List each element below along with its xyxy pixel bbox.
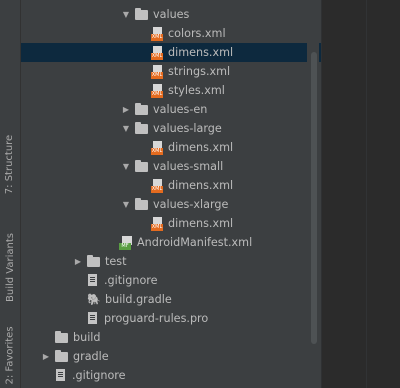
tree-folder-row[interactable]: ▶ test bbox=[21, 252, 321, 271]
folder-icon bbox=[135, 159, 148, 172]
editor-gutter-divider bbox=[366, 0, 367, 388]
favorites-tool-tab[interactable]: 2: Favorites bbox=[3, 325, 17, 385]
tree-folder-row[interactable]: ▶ values-en bbox=[21, 100, 321, 119]
tree-file-row[interactable]: ▶MFAndroidManifest.xml bbox=[21, 233, 321, 252]
tree-folder-row[interactable]: ▼ values bbox=[21, 5, 321, 24]
tree-item-label: .gitignore bbox=[104, 274, 158, 287]
tree-item-label: dimens.xml bbox=[168, 217, 234, 230]
tree-folder-row[interactable]: ▼ values-large bbox=[21, 119, 321, 138]
collapse-arrow-icon[interactable]: ▼ bbox=[121, 10, 131, 19]
tree-file-row[interactable]: ▶XMLdimens.xml bbox=[21, 214, 321, 233]
gradle-file-icon: 🐘 bbox=[87, 292, 101, 306]
tree-file-row[interactable]: ▶XMLstrings.xml bbox=[21, 62, 321, 81]
tree-file-row[interactable]: ▶XMLdimens.xml bbox=[21, 43, 321, 62]
favorites-tab-label: 2: Favorites bbox=[4, 325, 16, 385]
tree-item-label: AndroidManifest.xml bbox=[137, 236, 253, 249]
xml-file-icon: XML bbox=[151, 140, 164, 155]
structure-tool-tab[interactable]: 7: Structure bbox=[3, 128, 17, 200]
folder-icon bbox=[135, 102, 148, 115]
tree-folder-row[interactable]: ▶ gradle bbox=[21, 347, 321, 366]
xml-file-icon: XML bbox=[151, 64, 164, 79]
tree-file-row[interactable]: ▶XMLcolors.xml bbox=[21, 24, 321, 43]
tree-item-label: dimens.xml bbox=[168, 46, 234, 59]
tree-folder-row[interactable]: ▶build bbox=[21, 328, 321, 347]
folder-icon bbox=[55, 349, 68, 362]
tree-scrollbar-thumb[interactable] bbox=[311, 52, 317, 344]
tree-file-row[interactable]: ▶.gitignore bbox=[21, 271, 321, 290]
manifest-file-icon: MF bbox=[119, 235, 133, 250]
tree-item-label: values-small bbox=[153, 160, 224, 173]
tree-item-label: dimens.xml bbox=[168, 141, 234, 154]
folder-icon bbox=[135, 197, 148, 210]
tree-file-row[interactable]: ▶🐘build.gradle bbox=[21, 290, 321, 309]
tree-item-label: proguard-rules.pro bbox=[104, 312, 209, 325]
text-file-icon bbox=[87, 274, 99, 287]
folder-icon bbox=[87, 254, 100, 267]
expand-arrow-icon[interactable]: ▶ bbox=[121, 105, 131, 114]
folder-icon bbox=[135, 7, 148, 20]
collapse-arrow-icon[interactable]: ▼ bbox=[121, 124, 131, 133]
collapse-arrow-icon[interactable]: ▼ bbox=[121, 162, 131, 171]
tree-file-row[interactable]: ▶XMLdimens.xml bbox=[21, 138, 321, 157]
expand-arrow-icon[interactable]: ▶ bbox=[41, 352, 51, 361]
build-variants-tab-label: Build Variants bbox=[4, 233, 16, 302]
folder-icon bbox=[135, 121, 148, 134]
tree-item-label: build.gradle bbox=[105, 293, 172, 306]
left-tool-strip: 7: Structure Build Variants 2: Favorites bbox=[0, 0, 21, 388]
xml-file-icon: XML bbox=[151, 216, 164, 231]
build-variants-tool-tab[interactable]: Build Variants bbox=[3, 225, 17, 310]
tree-item-label: styles.xml bbox=[168, 84, 225, 97]
tree-file-row[interactable]: ▶XMLstyles.xml bbox=[21, 81, 321, 100]
tree-item-label: values-large bbox=[153, 122, 222, 135]
tree-item-label: dimens.xml bbox=[168, 179, 234, 192]
xml-file-icon: XML bbox=[151, 45, 164, 60]
xml-file-icon: XML bbox=[151, 26, 164, 41]
tree-file-row[interactable]: ▶proguard-rules.pro bbox=[21, 309, 321, 328]
editor-area[interactable] bbox=[321, 0, 400, 388]
xml-file-icon: XML bbox=[151, 178, 164, 193]
folder-icon bbox=[55, 330, 68, 343]
expand-arrow-icon[interactable]: ▶ bbox=[73, 257, 83, 266]
tree-item-label: gradle bbox=[73, 350, 109, 363]
tree-item-label: test bbox=[105, 255, 127, 268]
tree-item-label: values-xlarge bbox=[153, 198, 229, 211]
tree-folder-row[interactable]: ▼ values-xlarge bbox=[21, 195, 321, 214]
text-file-icon bbox=[87, 312, 99, 325]
tree-folder-row[interactable]: ▼ values-small bbox=[21, 157, 321, 176]
text-file-icon bbox=[55, 369, 67, 382]
tree-file-row[interactable]: ▶XMLdimens.xml bbox=[21, 176, 321, 195]
tree-item-label: strings.xml bbox=[168, 65, 231, 78]
xml-file-icon: XML bbox=[151, 83, 164, 98]
tree-item-label: colors.xml bbox=[168, 27, 226, 40]
structure-tab-label: 7: Structure bbox=[4, 134, 16, 194]
project-tree: ▼ values ▶ XML colors.xml ▶ XML dimens.xml ▶ XML s… bbox=[21, 0, 321, 388]
tree-item-label: values-en bbox=[153, 103, 208, 116]
tree-file-row[interactable]: ▶.gitignore bbox=[21, 366, 321, 385]
tree-item-label: values bbox=[153, 8, 190, 21]
tree-item-label: .gitignore bbox=[72, 369, 126, 382]
collapse-arrow-icon[interactable]: ▼ bbox=[121, 200, 131, 209]
tree-item-label: build bbox=[73, 331, 101, 344]
